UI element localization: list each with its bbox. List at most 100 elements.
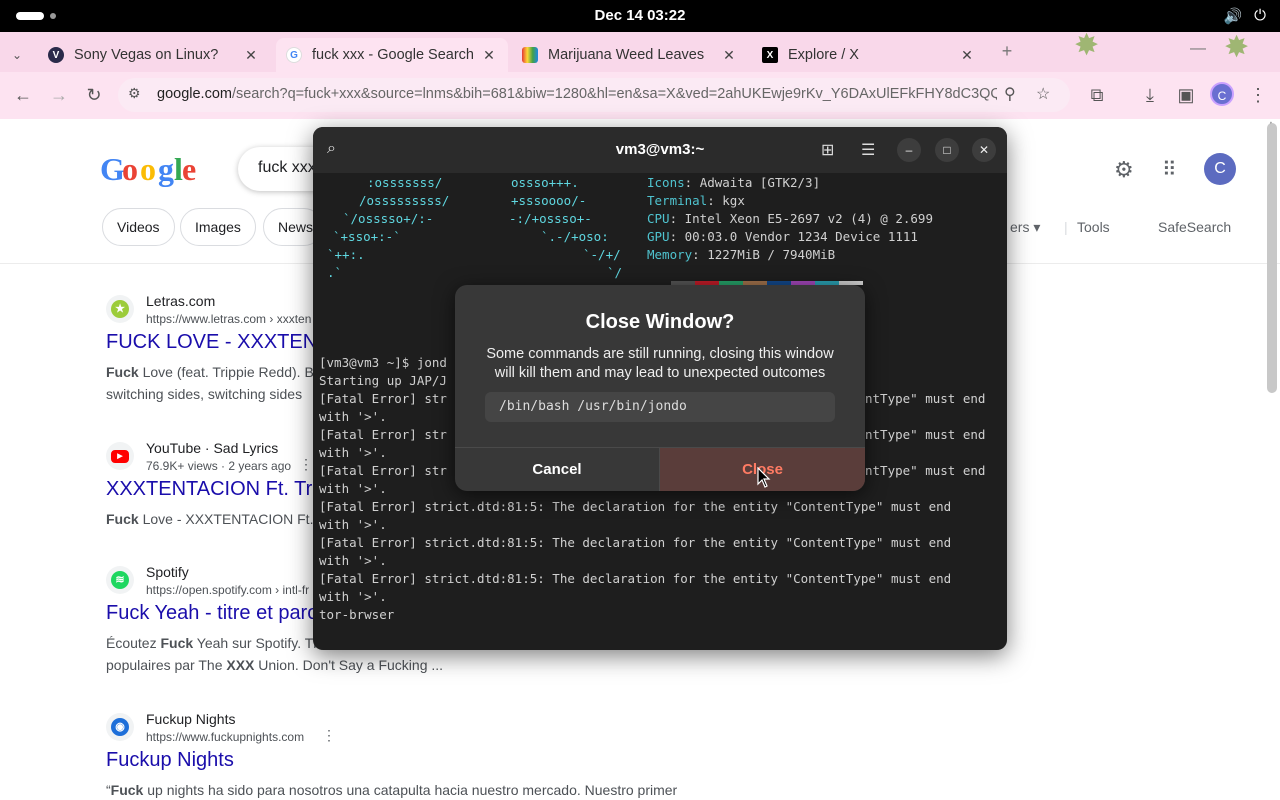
address-bar[interactable]: ⚙ google.com/search?q=fuck+xxx&source=ln…: [118, 78, 1070, 112]
snippet-bold: Fuck: [110, 782, 144, 798]
google-favicon-icon: G: [286, 47, 302, 63]
youtube-play-icon: ▶: [111, 449, 129, 463]
snippet-text-2: switching sides, switching sides: [106, 386, 303, 402]
spotify-icon: ≋: [111, 571, 129, 589]
tab-strip: ✸ ✸ ⌄ V Sony Vegas on Linux? ✕ G fuck xx…: [0, 29, 1280, 72]
result-title-link[interactable]: Fuck Yeah - titre et paro: [106, 602, 318, 625]
hamburger-menu-icon[interactable]: ☰: [861, 140, 875, 160]
snippet-text: up nights ha sido para nosotros una cata…: [143, 782, 678, 798]
snippet-bold: Fuck: [106, 511, 139, 527]
running-command: /bin/bash /usr/bin/jondo: [485, 392, 835, 422]
result-site-name[interactable]: Spotify: [146, 564, 189, 580]
forward-icon[interactable]: →: [46, 82, 72, 108]
extensions-icon[interactable]: ⧉: [1084, 82, 1110, 108]
site-favicon: ▶: [106, 442, 134, 470]
close-tab-icon[interactable]: ✕: [720, 47, 738, 64]
x-favicon-icon: X: [762, 47, 778, 63]
menu-kebab-icon[interactable]: ⋮: [1245, 82, 1271, 108]
clock[interactable]: Dec 14 03:22: [0, 7, 1280, 24]
tab-marijuana-leaves[interactable]: Marijuana Weed Leaves ✕: [512, 38, 748, 72]
new-tab-icon[interactable]: ⊞: [821, 140, 834, 160]
back-icon[interactable]: ←: [10, 82, 36, 108]
snippet-bold-2: XXX: [226, 657, 255, 673]
system-tray[interactable]: 🔊 ⏻: [1223, 7, 1266, 25]
cancel-button[interactable]: Cancel: [455, 448, 659, 491]
snippet-text-2: Union. Don't Say a Fucking ...: [254, 657, 444, 673]
result-site-name[interactable]: Fuckup Nights: [146, 711, 235, 727]
site-info-icon[interactable]: ⚙: [128, 85, 141, 102]
terminal-line: [Fatal Error] strict.dtd:81:5: The decla…: [319, 535, 952, 550]
page-scrollbar[interactable]: [1267, 123, 1277, 393]
result-title-link[interactable]: FUCK LOVE - XXXTENTA: [106, 331, 341, 354]
close-window-dialog: Close Window? Some commands are still ru…: [455, 285, 865, 491]
close-tab-icon[interactable]: ✕: [958, 47, 976, 64]
terminal-line: with '>'.: [319, 445, 387, 460]
ascii-art-line: ossso+++.: [511, 175, 579, 190]
chip-images[interactable]: Images: [180, 208, 256, 246]
rainbow-favicon-icon: [522, 47, 538, 63]
browser-toolbar: ← → ↻ ⚙ google.com/search?q=fuck+xxx&sou…: [0, 72, 1280, 119]
neofetch-info-line: Terminal: kgx: [647, 193, 745, 208]
new-tab-button[interactable]: +: [996, 41, 1018, 63]
site-favicon: ≋: [106, 566, 134, 594]
bookmark-star-icon[interactable]: ☆: [1036, 84, 1050, 104]
google-account-avatar[interactable]: C: [1204, 153, 1236, 185]
settings-gear-icon[interactable]: ⚙: [1114, 157, 1134, 183]
result-url[interactable]: https://www.fuckupnights.com: [146, 730, 304, 744]
google-apps-icon[interactable]: ⠿: [1162, 157, 1177, 182]
terminal-line-tail: ntType" must end: [865, 427, 986, 442]
url-text[interactable]: google.com/search?q=fuck+xxx&source=lnms…: [157, 86, 997, 102]
snippet-bold: Fuck: [106, 364, 139, 380]
result-url[interactable]: https://www.letras.com › xxxten: [146, 312, 311, 326]
chip-videos[interactable]: Videos: [102, 208, 175, 246]
tools-button[interactable]: Tools: [1077, 219, 1110, 235]
result-more-icon[interactable]: ⋮: [299, 456, 313, 473]
terminal-headerbar[interactable]: ⌕ vm3@vm3:~ ⊞ ☰ – □ ✕: [313, 127, 1007, 173]
info-value: : Adwaita [GTK2/3]: [684, 175, 821, 190]
terminal-line-tail: ntType" must end: [865, 463, 986, 478]
result-site-name[interactable]: YouTube · Sad Lyrics: [146, 440, 278, 456]
terminal-line: [Fatal Error] str: [319, 391, 447, 406]
svg-text:g: g: [158, 152, 174, 187]
tab-google-search[interactable]: G fuck xxx - Google Search ✕: [276, 38, 508, 72]
all-filters-dropdown[interactable]: ers ▾: [1010, 219, 1040, 236]
result-url[interactable]: https://open.spotify.com › intl-fr: [146, 583, 309, 597]
favicon-v-icon: V: [48, 47, 64, 63]
terminal-line: tor-brwser: [319, 607, 395, 622]
dialog-title: Close Window?: [585, 311, 735, 333]
tab-search-icon[interactable]: ⌄: [12, 48, 22, 62]
result-title-link[interactable]: XXXTENTACION Ft. Trip: [106, 478, 328, 501]
google-doodle-logo[interactable]: G o o g l e: [100, 151, 197, 197]
result-site-name[interactable]: Letras.com: [146, 293, 215, 309]
snippet-text: Yeah sur Spotify. Th: [193, 635, 322, 651]
dialog-message: Some commands are still running, closing…: [486, 346, 834, 381]
download-icon[interactable]: ⤓: [1137, 82, 1163, 108]
tab-sony-vegas[interactable]: V Sony Vegas on Linux? ✕: [38, 38, 270, 72]
tab-explore-x[interactable]: X Explore / X ✕: [752, 38, 986, 72]
info-value: : kgx: [707, 193, 745, 208]
result-title-link[interactable]: Fuckup Nights: [106, 749, 234, 772]
side-panel-icon[interactable]: ▣: [1173, 82, 1199, 108]
minimize-icon[interactable]: –: [897, 138, 921, 162]
ascii-art-line: -:/+ossso+-: [509, 211, 592, 226]
profile-avatar[interactable]: C: [1210, 82, 1234, 106]
info-value: : 00:03.0 Vendor 1234 Device 1111: [669, 229, 918, 244]
info-value: : 1227MiB / 7940MiB: [692, 247, 836, 262]
reload-icon[interactable]: ↻: [81, 82, 107, 108]
letras-star-icon: ★: [111, 300, 129, 318]
safesearch-button[interactable]: SafeSearch: [1158, 219, 1231, 235]
close-tab-icon[interactable]: ✕: [480, 47, 498, 64]
result-more-icon[interactable]: ⋮: [322, 727, 336, 744]
site-favicon: ◉: [106, 713, 134, 741]
snippet-bold: Fuck: [160, 635, 194, 651]
neofetch-info-line: Icons: Adwaita [GTK2/3]: [647, 175, 820, 190]
tab-title: Marijuana Weed Leaves: [548, 47, 705, 63]
close-icon[interactable]: ✕: [972, 138, 996, 162]
browser-chrome: ✸ ✸ ⌄ V Sony Vegas on Linux? ✕ G fuck xx…: [0, 29, 1280, 119]
ascii-art-line: `+sso+:-`: [333, 229, 401, 244]
minimize-window-icon[interactable]: —: [1190, 40, 1206, 58]
close-tab-icon[interactable]: ✕: [242, 47, 260, 64]
maximize-icon[interactable]: □: [935, 138, 959, 162]
result-snippet: “Fuck up nights ha sido para nosotros un…: [106, 779, 746, 800]
location-icon[interactable]: ⚲: [1004, 84, 1016, 104]
